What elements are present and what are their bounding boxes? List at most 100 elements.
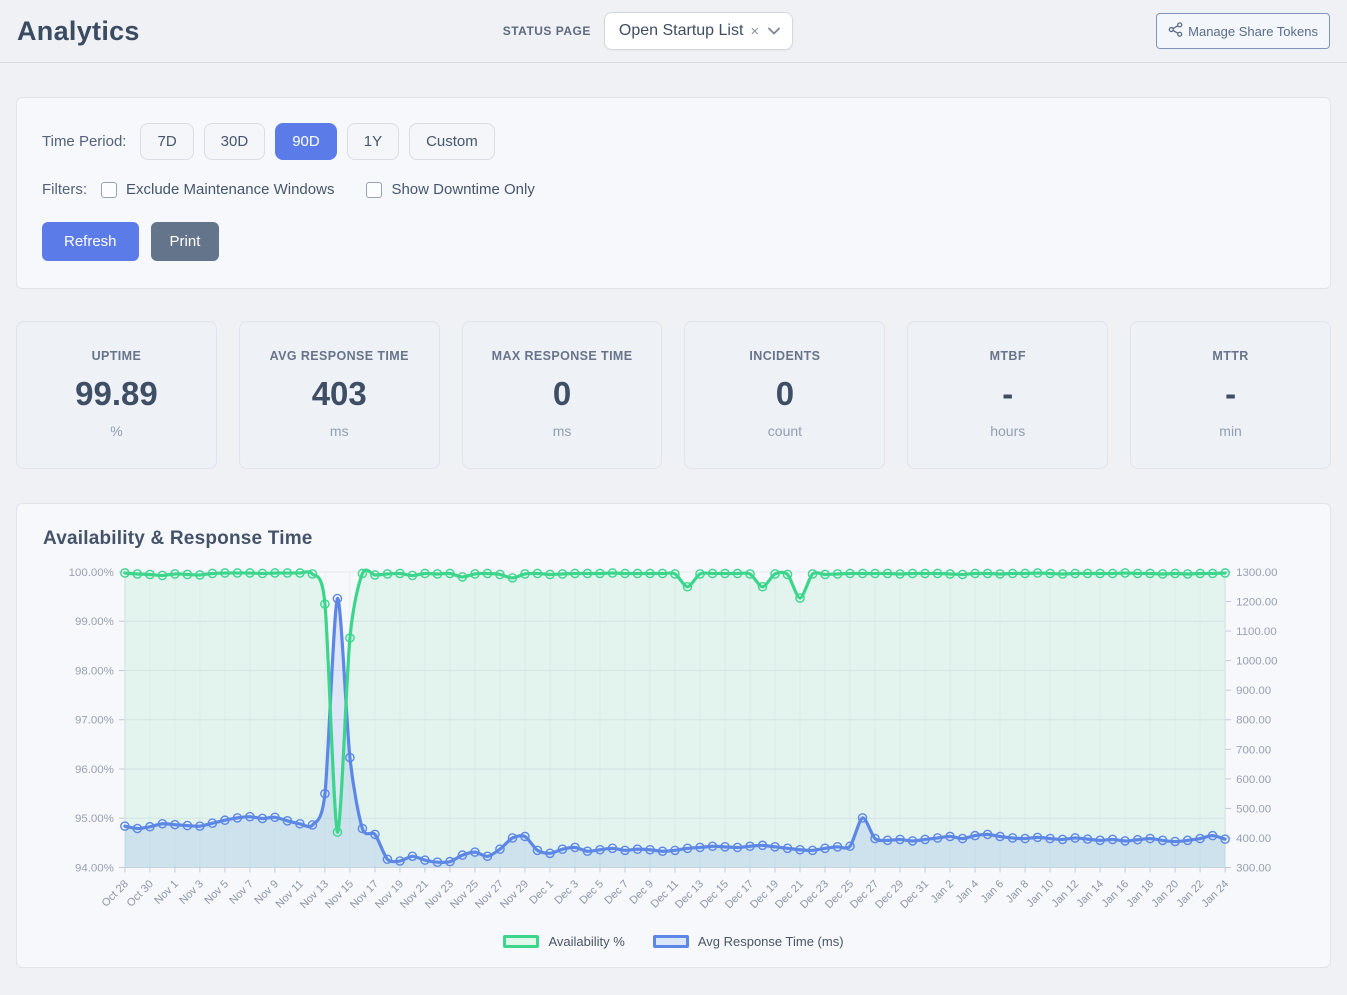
stat-label: INCIDENTS — [693, 349, 876, 363]
manage-share-tokens-label: Manage Share Tokens — [1188, 24, 1318, 39]
right-axis-tick-label: 1100.00 — [1236, 626, 1277, 638]
x-axis-tick-label: Nov 5 — [202, 878, 231, 907]
x-axis-tick-label: Jan 18 — [1124, 878, 1156, 910]
stat-card-mttr: MTTR - min — [1130, 321, 1331, 469]
stat-unit: ms — [248, 423, 431, 439]
x-axis-tick-label: Dec 5 — [577, 878, 606, 907]
x-axis-tick-label: Jan 14 — [1074, 878, 1106, 910]
x-axis-tick-label: Dec 3 — [552, 878, 581, 907]
time-period-buttons: 7D 30D90D 1Y Custom — [140, 123, 494, 160]
right-axis-tick-label: 1300.00 — [1236, 567, 1277, 579]
x-axis-tick-label: Jan 12 — [1049, 878, 1081, 910]
right-axis-tick-label: 300.00 — [1236, 863, 1271, 875]
stat-value: 0 — [471, 376, 654, 412]
x-axis-tick-label: Oct 30 — [125, 878, 156, 909]
stat-value: 99.89 — [25, 376, 208, 412]
availability-response-chart[interactable]: 100.00% 99.00% 98.00% 97.00% 96.00% 95.00% 94.… — [41, 560, 1306, 931]
stat-value: - — [916, 376, 1099, 412]
right-axis-tick-label: 400.00 — [1236, 833, 1271, 845]
x-axis-tick-label: Jan 4 — [954, 878, 981, 905]
legend-item-avg-response-time-ms[interactable]: Avg Response Time (ms) — [653, 934, 844, 949]
checkbox-label: Show Downtime Only — [391, 181, 534, 198]
refresh-button[interactable]: Refresh — [42, 222, 139, 261]
chart-legend: Availability % Avg Response Time (ms) — [41, 934, 1306, 949]
left-axis-tick-label: 94.00% — [75, 863, 114, 875]
right-axis-tick-label: 600.00 — [1236, 774, 1271, 786]
right-axis-tick-label: 700.00 — [1236, 745, 1271, 757]
x-axis-tick-label: Jan 22 — [1174, 878, 1206, 910]
filter-checkboxes: Exclude Maintenance Windows Show Downtime… — [101, 181, 567, 198]
app-header: Analytics STATUS PAGE Open Startup List … — [0, 0, 1347, 63]
checkbox-show-downtime-only[interactable] — [366, 182, 382, 198]
stat-label: MAX RESPONSE TIME — [471, 349, 654, 363]
chevron-down-icon[interactable] — [768, 27, 780, 35]
right-axis-tick-label: 900.00 — [1236, 685, 1271, 697]
stat-card-max-response-time: MAX RESPONSE TIME 0 ms — [462, 321, 663, 469]
checkbox-exclude-maintenance-windows[interactable] — [101, 182, 117, 198]
filter-exclude-maintenance-windows[interactable]: Exclude Maintenance Windows — [101, 181, 334, 198]
filter-panel: Time Period: 7D 30D90D 1Y Custom Filters: E… — [16, 97, 1331, 289]
legend-item-availability[interactable]: Availability % — [503, 934, 624, 949]
stat-label: UPTIME — [25, 349, 208, 363]
stat-unit: min — [1139, 423, 1322, 439]
time-period-90d[interactable]: 90D — [275, 123, 337, 160]
x-axis-tick-label: Dec 1 — [527, 878, 556, 907]
time-period-custom[interactable]: Custom — [409, 123, 495, 160]
chart-panel: Availability & Response Time 100.00%99.0… — [16, 503, 1331, 967]
left-axis-tick-label: 97.00% — [75, 715, 114, 727]
legend-swatch — [503, 935, 539, 948]
stat-value: - — [1139, 376, 1322, 412]
x-axis-tick-label: Nov 7 — [227, 878, 256, 907]
stat-unit: hours — [916, 423, 1099, 439]
checkbox-label: Exclude Maintenance Windows — [126, 181, 334, 198]
clear-selection-icon[interactable]: × — [750, 24, 759, 39]
stat-card-uptime: UPTIME 99.89% — [16, 321, 217, 469]
print-button[interactable]: Print — [151, 222, 220, 261]
left-axis-tick-label: 100.00% — [69, 567, 114, 579]
right-axis-tick-label: 500.00 — [1236, 804, 1271, 816]
stats-row: UPTIME99.89%AVG RESPONSE TIME403msMAX RE… — [16, 321, 1331, 469]
stat-unit: % — [25, 423, 208, 439]
stat-label: AVG RESPONSE TIME — [248, 349, 431, 363]
time-period-30d[interactable]: 30D — [204, 123, 266, 160]
left-axis-tick-label: 96.00% — [75, 764, 114, 776]
stat-card-mtbf: MTBF - hours — [907, 321, 1108, 469]
x-axis-tick-label: Dec 31 — [898, 878, 931, 911]
right-axis-tick-label: 800.00 — [1236, 715, 1271, 727]
filter-show-downtime-only[interactable]: Show Downtime Only — [366, 181, 534, 198]
legend-swatch — [653, 935, 689, 948]
status-page-selected-value: Open Startup List — [619, 22, 744, 40]
x-axis-tick-label: Oct 28 — [100, 878, 131, 909]
x-axis-tick-label: Jan 20 — [1149, 878, 1181, 910]
x-axis-tick-label: Jan 24 — [1199, 878, 1231, 910]
x-axis-tick-label: Jan 2 — [929, 878, 956, 905]
legend-label: Avg Response Time (ms) — [698, 934, 844, 949]
left-axis-tick-label: 99.00% — [75, 617, 114, 629]
stat-label: MTTR — [1139, 349, 1322, 363]
right-axis-tick-label: 1000.00 — [1236, 656, 1277, 668]
stat-unit: ms — [471, 423, 654, 439]
status-page-select[interactable]: Open Startup List × — [604, 12, 793, 50]
filters-label: Filters: — [42, 181, 87, 198]
stat-label: MTBF — [916, 349, 1099, 363]
page-title: Analytics — [17, 16, 140, 47]
share-icon — [1168, 22, 1183, 40]
status-page-label: STATUS PAGE — [503, 24, 591, 38]
stat-card-avg-response-time: AVG RESPONSE TIME 403 ms — [239, 321, 440, 469]
stat-value: 403 — [248, 376, 431, 412]
time-period-1y[interactable]: 1Y — [347, 123, 399, 160]
x-axis-tick-label: Jan 6 — [979, 878, 1006, 905]
x-axis-tick-label: Nov 1 — [152, 878, 181, 907]
left-axis-tick-label: 95.00% — [75, 814, 114, 826]
stat-unit: count — [693, 423, 876, 439]
x-axis-tick-label: Jan 16 — [1099, 878, 1131, 910]
x-axis-tick-label: Jan 10 — [1024, 878, 1056, 910]
time-period-7d[interactable]: 7D — [140, 123, 193, 160]
manage-share-tokens-button[interactable]: Manage Share Tokens — [1156, 13, 1330, 49]
left-axis-tick-label: 98.00% — [75, 666, 114, 678]
time-period-label: Time Period: — [42, 133, 126, 150]
x-axis-tick-label: Nov 29 — [498, 878, 531, 911]
x-axis-tick-label: Nov 3 — [177, 878, 206, 907]
stat-value: 0 — [693, 376, 876, 412]
stat-card-incidents: INCIDENTS 0 count — [684, 321, 885, 469]
